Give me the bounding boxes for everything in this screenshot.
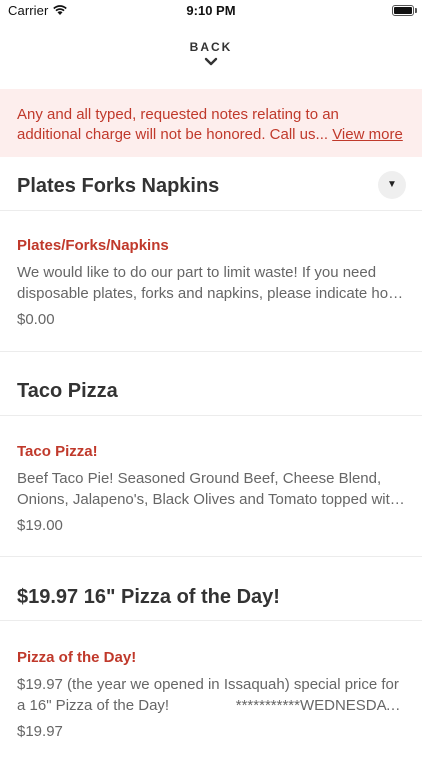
- section-title: Plates Forks Napkins: [0, 157, 422, 211]
- caret-down-icon: ▼: [387, 179, 397, 190]
- item-description-line: We would like to do our part to limit wa…: [17, 264, 377, 281]
- item-description: We would like to do our part to limit wa…: [17, 262, 405, 304]
- back-button[interactable]: BACK: [0, 36, 422, 88]
- status-time: 9:10 PM: [186, 3, 236, 18]
- battery-tip: [415, 8, 417, 13]
- battery-icon: [392, 5, 414, 16]
- status-bar: Carrier 9:10 PM: [0, 0, 422, 24]
- item-name: Plates/Forks/Napkins: [17, 237, 169, 254]
- item-price: $0.00: [17, 311, 55, 328]
- item-description-line: Onions, Jalapeno's, Black Olives and Tom…: [17, 491, 405, 508]
- item-description-line: $19.97 (the year we opened in Issaquah) …: [17, 676, 399, 693]
- item-description-line: disposable plates, forks and napkins, pl…: [17, 285, 405, 302]
- view-more-link[interactable]: View more: [332, 126, 403, 143]
- item-price: $19.97: [17, 723, 63, 740]
- item-description: Beef Taco Pie! Seasoned Ground Beef, Che…: [17, 468, 405, 510]
- item-description-line: Beef Taco Pie! Seasoned Ground Beef, Che…: [17, 470, 382, 487]
- notice-text: Any and all typed, requested notes relat…: [17, 106, 339, 143]
- section-title: Taco Pizza: [0, 352, 422, 416]
- back-label: BACK: [189, 40, 233, 54]
- item-name: Taco Pizza!: [17, 443, 98, 460]
- category-dropdown-button[interactable]: ▼: [378, 171, 406, 199]
- menu-item[interactable]: Plates/Forks/Napkins We would like to do…: [0, 211, 422, 352]
- notice-banner: Any and all typed, requested notes relat…: [0, 89, 422, 157]
- item-description: $19.97 (the year we opened in Issaquah) …: [17, 674, 405, 716]
- item-price: $19.00: [17, 517, 63, 534]
- menu-item[interactable]: Taco Pizza! Beef Taco Pie! Seasoned Grou…: [0, 416, 422, 557]
- item-description-line: a 16" Pizza of the Day! ***********WEDNE…: [17, 697, 405, 714]
- section-title: $19.97 16" Pizza of the Day!: [0, 557, 422, 621]
- menu-item[interactable]: Pizza of the Day! $19.97 (the year we op…: [0, 621, 422, 761]
- chevron-down-icon: [204, 57, 218, 66]
- item-name: Pizza of the Day!: [17, 649, 137, 666]
